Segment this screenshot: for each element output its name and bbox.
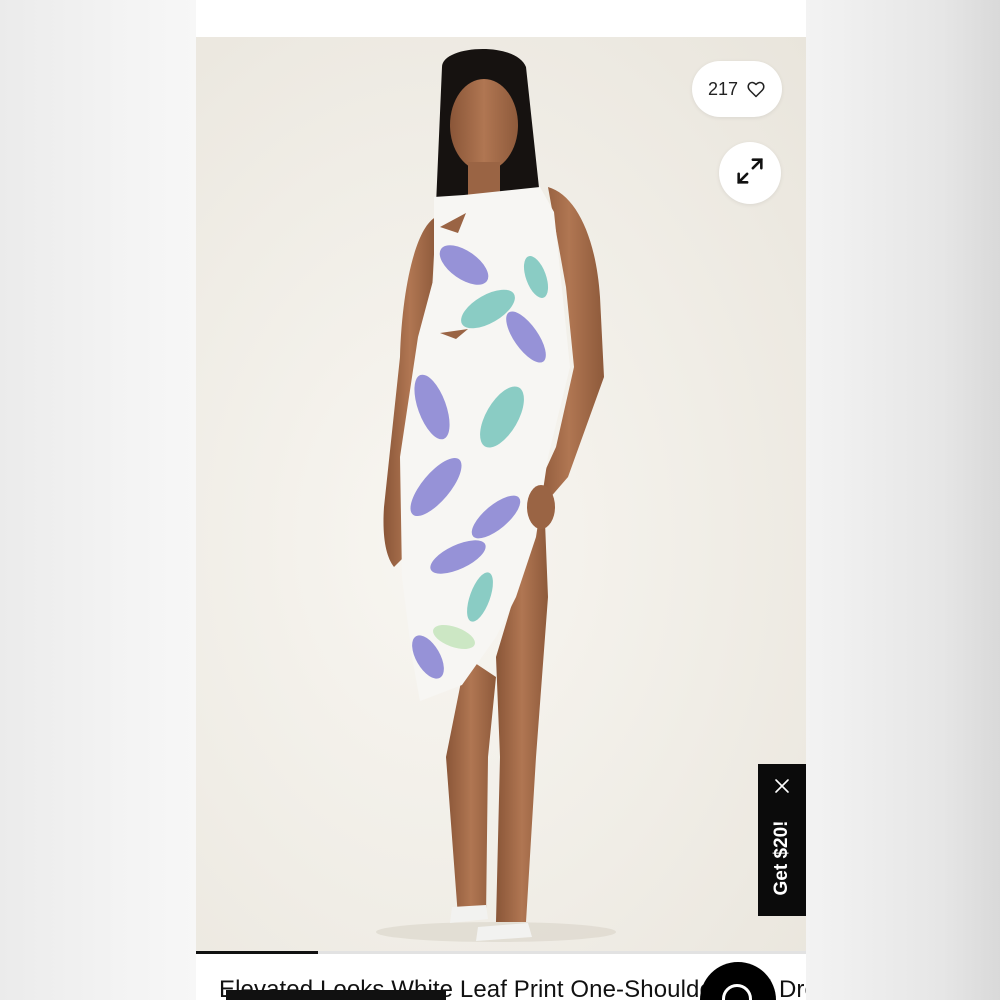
redaction-bar bbox=[226, 990, 446, 1000]
like-count: 217 bbox=[707, 78, 739, 99]
promo-label: Get $20! bbox=[771, 820, 792, 896]
close-icon[interactable] bbox=[770, 774, 794, 798]
background-right bbox=[806, 0, 1000, 1000]
chat-icon bbox=[722, 984, 752, 1000]
heart-outline-icon bbox=[746, 79, 766, 99]
model-figure bbox=[376, 48, 616, 942]
promo-tab[interactable]: Get $20! bbox=[758, 764, 806, 916]
expand-button[interactable] bbox=[719, 142, 781, 204]
expand-arrows-icon bbox=[733, 154, 767, 193]
app-screen: 217 Get $20! Elevated Looks White Leaf P… bbox=[196, 0, 806, 1000]
like-button[interactable]: 217 bbox=[692, 61, 782, 117]
background-left bbox=[0, 0, 196, 1000]
product-image[interactable]: 217 bbox=[196, 37, 806, 952]
